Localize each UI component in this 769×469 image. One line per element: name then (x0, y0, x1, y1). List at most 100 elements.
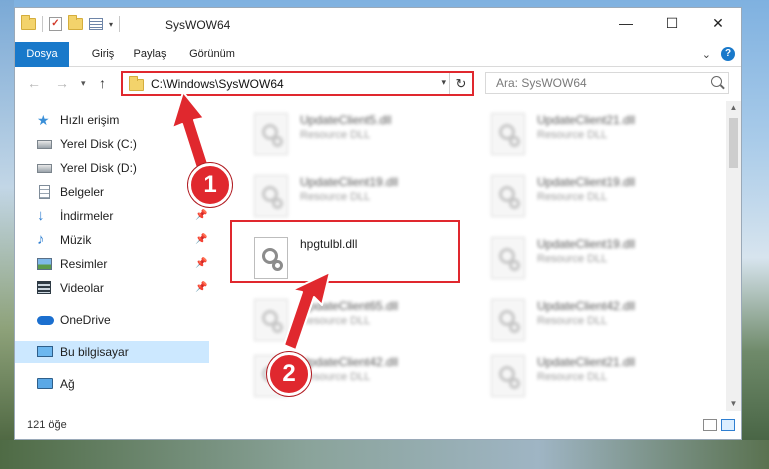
file-item[interactable]: UpdateClient65.dll Resource DLL (246, 293, 476, 349)
sidebar-item-label: Belgeler (60, 185, 105, 199)
file-item[interactable]: UpdateClient21.dll Resource DLL (483, 349, 713, 405)
dll-file-icon (491, 237, 525, 279)
sidebar-item-label: OneDrive (60, 313, 111, 327)
address-dropdown-icon[interactable]: ▾ (441, 77, 446, 88)
view-buttons (703, 419, 735, 431)
vertical-scrollbar[interactable]: ▲ ▼ (726, 101, 741, 411)
sidebar-item-documents[interactable]: Belgeler (15, 181, 209, 203)
ribbon-right: ⌄ ? (702, 47, 735, 61)
recent-locations-icon[interactable]: ▾ (81, 78, 86, 89)
minimize-button[interactable]: — (603, 8, 649, 38)
item-count: 121 öğe (27, 419, 67, 431)
dll-file-icon (491, 299, 525, 341)
search-icon[interactable] (711, 76, 722, 87)
pin-icon: 📌 (195, 210, 208, 221)
separator (42, 16, 43, 32)
help-icon[interactable]: ? (721, 47, 735, 61)
file-name: UpdateClient19.dll (300, 175, 399, 189)
file-item[interactable]: UpdateClient5.dll Resource DLL (246, 107, 476, 163)
sidebar-item-label: Yerel Disk (C:) (60, 137, 137, 151)
file-name: UpdateClient42.dll (300, 355, 399, 369)
star-icon: ★ (37, 112, 50, 128)
videos-icon (37, 281, 51, 294)
up-icon[interactable]: ↑ (99, 75, 106, 91)
file-name: UpdateClient65.dll (300, 299, 399, 313)
file-name: UpdateClient5.dll (300, 113, 392, 127)
scrollbar-thumb[interactable] (729, 118, 738, 168)
sidebar-item-onedrive[interactable]: OneDrive (15, 309, 209, 331)
sidebar-item-label: Videolar (60, 281, 104, 295)
network-icon (37, 378, 53, 389)
forward-icon[interactable]: → (55, 75, 69, 91)
address-row: ← → ▾ ↑ C:\Windows\SysWOW64 ▾ ↻ Ara: Sys… (15, 67, 741, 101)
dll-file-icon (254, 113, 288, 155)
file-type: Resource DLL (300, 315, 371, 327)
scroll-up-icon[interactable]: ▲ (726, 101, 741, 115)
properties-icon[interactable] (89, 18, 103, 30)
folder-icon (21, 15, 36, 30)
sidebar-item-quick-access[interactable]: ★ Hızlı erişim (15, 109, 209, 131)
sidebar-item-videos[interactable]: Videolar 📌 (15, 277, 209, 299)
computer-icon (37, 346, 53, 357)
desktop-background (0, 0, 14, 469)
drive-icon (37, 164, 52, 173)
back-icon[interactable]: ← (27, 75, 41, 91)
sidebar-item-label: Resimler (60, 257, 108, 271)
file-highlight-box (230, 220, 460, 283)
sidebar-item-network[interactable]: Ağ (15, 373, 209, 395)
file-item[interactable]: UpdateClient19.dll Resource DLL (246, 169, 476, 225)
documents-icon (39, 185, 50, 199)
sidebar-item-pictures[interactable]: Resimler 📌 (15, 253, 209, 275)
tiles-view-icon[interactable] (721, 419, 735, 431)
tab-share[interactable]: Paylaş (127, 42, 173, 66)
sidebar-item-label: İndirmeler (60, 209, 114, 223)
search-input[interactable]: Ara: SysWOW64 (485, 72, 729, 94)
file-item[interactable]: UpdateClient19.dll Resource DLL (483, 169, 713, 225)
navigation-pane: ★ Hızlı erişim Yerel Disk (C:) Yerel Dis… (15, 101, 209, 411)
sidebar-item-music[interactable]: ♪ Müzik 📌 (15, 229, 209, 251)
pin-icon: 📌 (195, 234, 208, 245)
file-item[interactable]: UpdateClient19.dll Resource DLL (483, 231, 713, 287)
address-path[interactable]: C:\Windows\SysWOW64 (151, 77, 284, 91)
desktop-background-bottom (0, 440, 769, 469)
sidebar-item-disk-c[interactable]: Yerel Disk (C:) (15, 133, 209, 155)
status-bar: 121 öğe (15, 413, 741, 439)
dll-file-icon (491, 175, 525, 217)
dll-file-icon (491, 355, 525, 397)
step-1-badge: 1 (188, 163, 232, 207)
file-item[interactable]: UpdateClient21.dll Resource DLL (483, 107, 713, 163)
file-type: Resource DLL (537, 191, 608, 203)
sidebar-item-downloads[interactable]: ↓ İndirmeler 📌 (15, 205, 209, 227)
tab-home[interactable]: Giriş (83, 42, 123, 66)
sidebar-item-label: Hızlı erişim (60, 113, 120, 127)
customize-arrow-icon[interactable]: ▾ (109, 20, 113, 29)
close-button[interactable]: ✕ (695, 8, 741, 38)
step-2-badge: 2 (267, 352, 311, 396)
scroll-down-icon[interactable]: ▼ (726, 397, 741, 411)
file-name: UpdateClient21.dll (537, 355, 636, 369)
file-type: Resource DLL (300, 191, 371, 203)
pin-icon: 📌 (195, 282, 208, 293)
search-placeholder: Ara: SysWOW64 (496, 76, 587, 90)
expand-ribbon-icon[interactable]: ⌄ (702, 48, 711, 61)
sidebar-item-disk-d[interactable]: Yerel Disk (D:) (15, 157, 209, 179)
pictures-icon (37, 258, 52, 270)
address-bar[interactable]: C:\Windows\SysWOW64 ▾ ↻ (121, 71, 474, 96)
file-type: Resource DLL (537, 371, 608, 383)
refresh-icon[interactable]: ↻ (449, 73, 472, 94)
details-view-icon[interactable] (703, 419, 717, 431)
file-type: Resource DLL (537, 253, 608, 265)
tab-view[interactable]: Görünüm (181, 42, 243, 66)
download-icon: ↓ (37, 207, 45, 224)
properties-check-icon[interactable]: ✓ (49, 17, 62, 31)
maximize-button[interactable]: ☐ (649, 8, 695, 38)
separator (119, 16, 121, 32)
pin-icon: 📌 (195, 258, 208, 269)
file-name: UpdateClient21.dll (537, 113, 636, 127)
new-folder-icon[interactable] (68, 15, 83, 30)
file-type: Resource DLL (300, 129, 371, 141)
dll-file-icon (254, 299, 288, 341)
sidebar-item-this-pc[interactable]: Bu bilgisayar (15, 341, 209, 363)
file-item[interactable]: UpdateClient42.dll Resource DLL (483, 293, 713, 349)
dll-file-icon (491, 113, 525, 155)
